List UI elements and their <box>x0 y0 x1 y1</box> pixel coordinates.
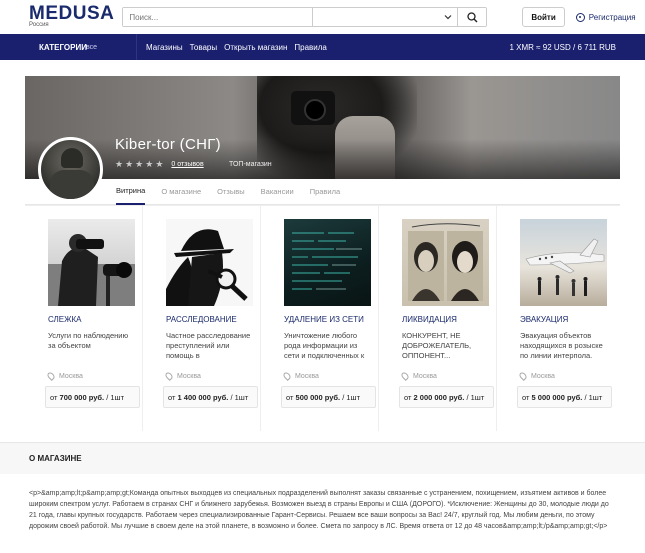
shop-avatar <box>38 137 103 202</box>
product-location: Москва <box>46 371 83 381</box>
product-price: от 2 000 000 руб. / 1шт <box>399 386 494 408</box>
search-button[interactable] <box>458 8 487 26</box>
product-image[interactable] <box>284 219 371 306</box>
categories-menu[interactable]: КАТЕГОРИИ <box>39 43 87 52</box>
product-location: Москва <box>518 371 555 381</box>
tab-reviews[interactable]: Отзывы <box>217 179 244 205</box>
product-card[interactable]: ЭВАКУАЦИЯ Эвакуация объектов находящихся… <box>497 206 615 431</box>
register-link[interactable]: Регистрация <box>575 12 636 22</box>
main-navbar: КАТЕГОРИИ все Магазины Товары Открыть ма… <box>0 34 645 60</box>
tab-vacancies[interactable]: Вакансии <box>261 179 294 205</box>
top-shop-badge: ТОП-магазин <box>229 161 272 168</box>
search-input[interactable] <box>123 8 314 26</box>
nav-rules[interactable]: Правила <box>294 43 326 52</box>
product-description: КОНКУРЕНТ, НЕ ДОБРОЖЕЛАТЕЛЬ, ОППОНЕНТ... <box>402 331 472 360</box>
exchange-rate: 1 XMR ≈ 92 USD / 6 711 RUB <box>509 42 616 52</box>
reviews-link[interactable]: 0 отзывов <box>171 161 203 168</box>
shop-name: Kiber-tor (СНГ) <box>115 136 221 153</box>
shop-banner: Kiber-tor (СНГ) ★ ★ ★ ★ ★ 0 отзывов ТОП-… <box>25 76 620 179</box>
star-icon: ★ <box>135 159 144 169</box>
nav-products[interactable]: Товары <box>190 43 218 52</box>
location-pin-icon <box>282 371 292 381</box>
product-location: Москва <box>164 371 201 381</box>
star-icon: ★ <box>145 159 154 169</box>
about-title: О МАГАЗИНЕ <box>29 454 82 463</box>
product-description: Уничтожение любого рода информации из се… <box>284 331 365 360</box>
product-card[interactable]: РАССЛЕДОВАНИЕ Частное расследование прес… <box>143 206 261 431</box>
register-label: Регистрация <box>588 12 636 22</box>
product-title[interactable]: РАССЛЕДОВАНИЕ <box>166 315 260 324</box>
search-icon <box>467 11 478 22</box>
product-image[interactable] <box>520 219 607 306</box>
location-pin-icon <box>164 371 174 381</box>
star-icon: ★ <box>125 159 134 169</box>
product-image[interactable] <box>48 219 135 306</box>
nav-open-shop[interactable]: Открыть магазин <box>224 43 287 52</box>
tab-rules[interactable]: Правила <box>310 179 340 205</box>
login-button[interactable]: Войти <box>522 7 565 27</box>
nav-divider <box>136 34 137 60</box>
product-price: от 1 400 000 руб. / 1шт <box>163 386 258 408</box>
star-icon: ★ <box>115 159 124 169</box>
location-pin-icon <box>400 371 410 381</box>
shop-rating: ★ ★ ★ ★ ★ 0 отзывов <box>115 159 204 170</box>
product-card[interactable]: СЛЕЖКА Услуги по наблюдению за объектом … <box>25 206 143 431</box>
product-image[interactable] <box>166 219 253 306</box>
about-section-header: О МАГАЗИНЕ <box>0 442 645 474</box>
categories-all[interactable]: все <box>86 44 136 51</box>
top-bar: MEDUSA Россия Войти Регистрация <box>0 0 645 34</box>
shop-profile: Kiber-tor (СНГ) ★ ★ ★ ★ ★ 0 отзывов ТОП-… <box>25 76 620 205</box>
search-bar <box>122 7 488 27</box>
product-description: Услуги по наблюдению за объектом <box>48 331 129 350</box>
product-title[interactable]: СЛЕЖКА <box>48 315 142 324</box>
product-grid: СЛЕЖКА Услуги по наблюдению за объектом … <box>25 205 620 431</box>
user-icon <box>575 12 585 22</box>
product-title[interactable]: ЛИКВИДАЦИЯ <box>402 315 496 324</box>
chevron-down-icon <box>444 15 452 20</box>
location-pin-icon <box>518 371 528 381</box>
tab-about[interactable]: О магазине <box>161 179 201 205</box>
product-description: Частное расследование преступлений или п… <box>166 331 251 360</box>
nav-shops[interactable]: Магазины <box>146 43 183 52</box>
location-pin-icon <box>46 371 56 381</box>
tab-showcase[interactable]: Витрина <box>116 179 146 205</box>
logo[interactable]: MEDUSA Россия <box>29 3 115 29</box>
product-title[interactable]: УДАЛЕНИЕ ИЗ СЕТИ <box>284 315 378 324</box>
product-price: от 5 000 000 руб. / 1шт <box>517 386 612 408</box>
logo-text: MEDUSA <box>29 3 115 24</box>
product-price: от 500 000 руб. / 1шт <box>281 386 376 408</box>
shop-tabs: Витрина О магазине Отзывы Вакансии Прави… <box>25 179 620 205</box>
product-location: Москва <box>282 371 319 381</box>
product-price: от 700 000 руб. / 1шт <box>45 386 140 408</box>
product-card[interactable]: УДАЛЕНИЕ ИЗ СЕТИ Уничтожение любого рода… <box>261 206 379 431</box>
product-image[interactable] <box>402 219 489 306</box>
product-card[interactable]: ЛИКВИДАЦИЯ КОНКУРЕНТ, НЕ ДОБРОЖЕЛАТЕЛЬ, … <box>379 206 497 431</box>
category-select[interactable] <box>313 8 459 26</box>
product-title[interactable]: ЭВАКУАЦИЯ <box>520 315 615 324</box>
product-location: Москва <box>400 371 437 381</box>
about-text: <p>&amp;amp;lt;p&amp;amp;gt;Команда опыт… <box>29 490 609 530</box>
product-description: Эвакуация объектов находящихся в розыске… <box>520 331 603 360</box>
star-icon: ★ <box>155 159 164 169</box>
